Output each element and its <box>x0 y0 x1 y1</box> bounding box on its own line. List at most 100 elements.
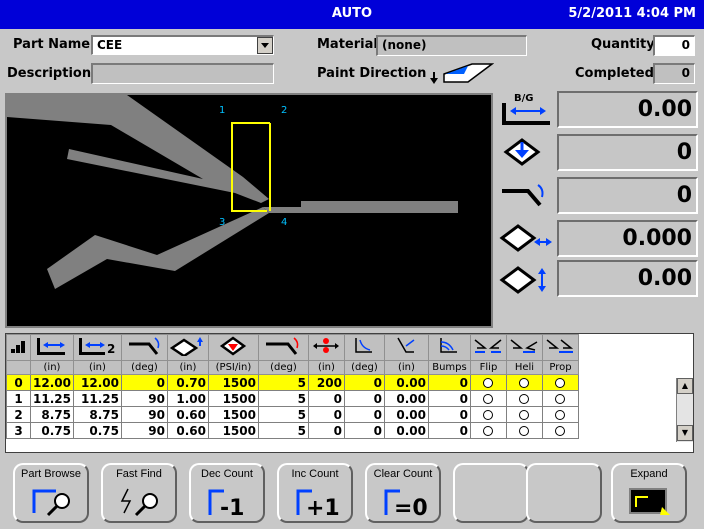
table-cell[interactable]: 0 <box>120 374 168 391</box>
table-unit-header: (in) (in) (deg) (in) (PSI/in) (deg) (in)… <box>6 360 579 375</box>
table-cell[interactable]: 0.00 <box>383 406 429 423</box>
table-cell[interactable]: 1500 <box>207 406 259 423</box>
pressure-readout: 0 <box>557 134 698 171</box>
table-cell[interactable]: 11.25 <box>72 390 122 407</box>
table-cell[interactable]: 0.75 <box>30 422 74 439</box>
backgauge-x2-icon[interactable]: 2 <box>72 334 122 361</box>
bend-table[interactable]: 2 (in) (in) (deg) (in) (PSI/in) (deg) (i… <box>5 333 694 453</box>
backgauge-label: B/G <box>514 93 533 104</box>
bend-table-grid: 2 (in) (in) (deg) (in) (PSI/in) (deg) (i… <box>6 334 579 439</box>
table-cell[interactable]: 12.00 <box>30 374 74 391</box>
part-name-combo[interactable]: CEE <box>91 35 274 55</box>
paint-direction-icon[interactable] <box>428 60 494 86</box>
bumps-icon[interactable] <box>427 334 471 361</box>
prop-radio[interactable] <box>541 374 579 391</box>
prop-radio[interactable] <box>541 406 579 423</box>
table-row[interactable]: 0 12.00 12.00 0 0.70 1500 5 200 0 0.00 0 <box>6 374 579 391</box>
prop-icon[interactable] <box>541 334 579 361</box>
flange-length-icon[interactable] <box>383 334 429 361</box>
backgauge-x1-icon[interactable] <box>30 334 74 361</box>
blank-button-1[interactable] <box>453 463 529 523</box>
dec-count-button[interactable]: Dec Count -1 <box>189 463 265 523</box>
table-cell[interactable]: 1500 <box>207 422 259 439</box>
table-cell[interactable]: 0 <box>427 422 471 439</box>
table-cell[interactable]: 0 <box>343 406 385 423</box>
table-cell[interactable]: 0 <box>307 406 345 423</box>
flip-radio[interactable] <box>469 406 507 423</box>
prop-radio[interactable] <box>541 390 579 407</box>
crowning-icon[interactable] <box>343 334 385 361</box>
table-cell[interactable]: 0 <box>343 390 385 407</box>
expand-button[interactable]: Expand <box>611 463 687 523</box>
table-cell[interactable]: 1.00 <box>166 390 209 407</box>
tonnage-icon[interactable] <box>207 334 259 361</box>
part-browse-button[interactable]: Part Browse <box>13 463 89 523</box>
unit-prop: Prop <box>541 360 579 375</box>
table-cell[interactable]: 200 <box>307 374 345 391</box>
dec-count-label: Dec Count <box>201 468 253 480</box>
steps-icon <box>6 334 31 361</box>
heli-radio[interactable] <box>505 374 543 391</box>
flip-radio[interactable] <box>469 390 507 407</box>
table-cell[interactable]: 90 <box>120 422 168 439</box>
flip-radio[interactable] <box>469 374 507 391</box>
table-cell[interactable]: 8.75 <box>30 406 74 423</box>
description-field[interactable] <box>91 63 274 84</box>
fast-find-button[interactable]: Fast Find <box>101 463 177 523</box>
table-row[interactable]: 3 0.75 0.75 90 0.60 1500 5 0 0 0.00 0 <box>6 422 579 439</box>
bend-simulation-view[interactable]: 1 2 3 4 <box>5 93 493 328</box>
table-cell[interactable]: 90 <box>120 390 168 407</box>
table-cell[interactable]: 0 <box>307 422 345 439</box>
table-cell[interactable]: 0.00 <box>383 422 429 439</box>
table-cell[interactable]: 0.00 <box>383 374 429 391</box>
table-cell[interactable]: 0.00 <box>383 390 429 407</box>
table-cell[interactable]: 0.75 <box>72 422 122 439</box>
table-cell[interactable]: 0 <box>427 374 471 391</box>
scroll-down-button[interactable]: ▼ <box>677 425 693 441</box>
flip-radio[interactable] <box>469 422 507 439</box>
table-row[interactable]: 2 8.75 8.75 90 0.60 1500 5 0 0 0.00 0 <box>6 406 579 423</box>
table-cell[interactable]: 0.60 <box>166 406 209 423</box>
flip-icon[interactable] <box>469 334 507 361</box>
row-index: 3 <box>6 422 31 439</box>
table-cell[interactable]: 5 <box>257 406 309 423</box>
table-cell[interactable]: 0.60 <box>166 422 209 439</box>
inc-count-button[interactable]: Inc Count +1 <box>277 463 353 523</box>
table-cell[interactable]: 0 <box>427 390 471 407</box>
table-row[interactable]: 1 11.25 11.25 90 1.00 1500 5 0 0 0.00 0 <box>6 390 579 407</box>
scroll-up-button[interactable]: ▲ <box>677 378 693 394</box>
heli-icon[interactable] <box>505 334 543 361</box>
chevron-down-icon[interactable] <box>257 37 273 54</box>
blank-button-2[interactable] <box>526 463 602 523</box>
speed-change-icon[interactable] <box>307 334 345 361</box>
table-cell[interactable]: 1500 <box>207 390 259 407</box>
quantity-value: 0 <box>681 38 690 52</box>
heli-radio[interactable] <box>505 422 543 439</box>
heli-radio[interactable] <box>505 390 543 407</box>
table-cell[interactable]: 0.70 <box>166 374 209 391</box>
table-cell[interactable]: 5 <box>257 390 309 407</box>
backgauge-icon: B/G <box>502 93 550 125</box>
title-bar: AUTO 5/2/2011 4:04 PM <box>0 0 704 29</box>
table-scrollbar[interactable]: ▲ ▼ <box>676 378 693 442</box>
bend-angle-icon[interactable] <box>120 334 168 361</box>
table-cell[interactable]: 5 <box>257 422 309 439</box>
table-cell[interactable]: 0 <box>307 390 345 407</box>
table-cell[interactable]: 0 <box>343 422 385 439</box>
prop-radio[interactable] <box>541 422 579 439</box>
table-cell[interactable]: 1500 <box>207 374 259 391</box>
die-opening-icon[interactable] <box>166 334 209 361</box>
table-cell[interactable]: 0 <box>427 406 471 423</box>
decompression-icon[interactable] <box>257 334 309 361</box>
table-cell[interactable]: 8.75 <box>72 406 122 423</box>
table-cell[interactable]: 12.00 <box>72 374 122 391</box>
quantity-field[interactable]: 0 <box>653 35 695 56</box>
table-cell[interactable]: 0 <box>343 374 385 391</box>
table-cell[interactable]: 11.25 <box>30 390 74 407</box>
heli-radio[interactable] <box>505 406 543 423</box>
table-cell[interactable]: 5 <box>257 374 309 391</box>
table-cell[interactable]: 90 <box>120 406 168 423</box>
lower-die <box>47 207 269 289</box>
clear-count-button[interactable]: Clear Count =0 <box>365 463 441 523</box>
material-field[interactable]: (none) <box>376 35 527 56</box>
